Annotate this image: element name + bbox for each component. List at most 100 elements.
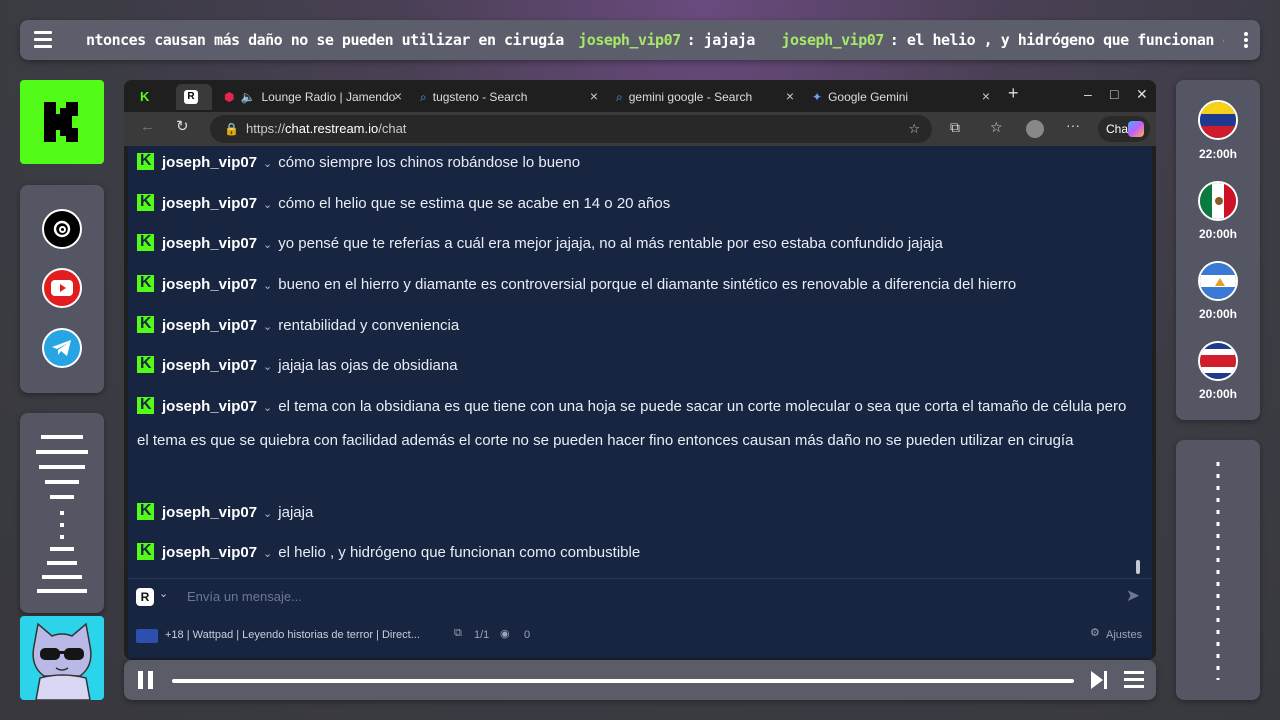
more-options-icon[interactable] (1244, 32, 1248, 50)
kick-icon (137, 226, 154, 259)
chevron-down-icon[interactable]: ⌄ (263, 321, 272, 333)
chat-panel: joseph_vip07 ⌄ cómo siempre los chinos rob… (128, 146, 1152, 658)
gear-icon[interactable]: ⚙ (1090, 626, 1100, 639)
tab-tugsteno-search[interactable]: ⌕ tugsteno - Search × (412, 84, 604, 110)
ticker-segment-text: : el helio , y hidrógeno que funcionan c… (889, 31, 1224, 49)
message-text: bueno en el hierro y diamante es controv… (278, 276, 1017, 293)
time-label: 20:00h (1198, 307, 1238, 321)
message-username[interactable]: joseph_vip07 (162, 195, 257, 212)
media-player-bar (124, 660, 1156, 700)
copilot-chat-button[interactable]: Chat (1098, 116, 1150, 142)
tab-label: gemini google - Search (628, 90, 753, 104)
tab-lounge-radio[interactable]: ⬢ 🔈 Lounge Radio | Jamendo × (216, 84, 408, 110)
kick-icon (137, 308, 154, 341)
gemini-icon: ✦ (812, 90, 823, 104)
menu-icon[interactable] (34, 31, 52, 49)
threads-icon[interactable] (42, 209, 82, 249)
reload-icon[interactable]: ↻ (176, 117, 189, 135)
chevron-down-icon[interactable]: ⌄ (159, 587, 168, 600)
new-tab-icon[interactable]: + (1008, 83, 1019, 104)
channel-count: 1/1 (474, 629, 490, 641)
profile-avatar[interactable] (1026, 120, 1044, 138)
message-username[interactable]: joseph_vip07 (162, 276, 257, 293)
ticker-bar: ntonces causan más daño no se pueden uti… (20, 20, 1260, 60)
audio-visualizer-left (20, 413, 104, 613)
telegram-icon[interactable] (42, 328, 82, 368)
audio-visualizer-right (1176, 440, 1260, 700)
chevron-down-icon[interactable]: ⌄ (263, 361, 272, 373)
scrollbar-thumb[interactable] (1136, 560, 1140, 574)
url-path: /chat (378, 121, 407, 136)
tab-label: tugsteno - Search (432, 90, 528, 104)
close-tab-icon[interactable]: × (786, 88, 794, 104)
mexico-flag-icon (1198, 181, 1238, 221)
chat-message: joseph_vip07 ⌄ bueno en el hierro y diaman… (137, 267, 1137, 303)
message-username[interactable]: joseph_vip07 (162, 357, 257, 374)
kick-icon (137, 389, 154, 422)
muted-speaker-icon[interactable]: 🔈 (240, 90, 255, 104)
chat-message: joseph_vip07 ⌄ cómo el helio que se estima… (137, 186, 1137, 222)
chevron-down-icon[interactable]: ⌄ (263, 508, 272, 520)
kick-icon (137, 495, 154, 528)
ticker-user: joseph_vip07 (578, 31, 681, 49)
settings-label[interactable]: Ajustes (1106, 629, 1142, 641)
close-tab-icon[interactable]: × (394, 88, 402, 104)
favorites-icon[interactable]: ☆ (990, 119, 1003, 136)
message-username[interactable]: joseph_vip07 (162, 544, 257, 561)
message-input[interactable]: Envía un mensaje... (187, 589, 302, 604)
message-username[interactable]: joseph_vip07 (162, 317, 257, 334)
tab-bar: K R ⬢ 🔈 Lounge Radio | Jamendo × ⌕ tugst… (124, 80, 1156, 112)
browser-window: K R ⬢ 🔈 Lounge Radio | Jamendo × ⌕ tugst… (124, 80, 1156, 660)
restream-badge[interactable]: R (136, 588, 154, 606)
more-menu-icon[interactable]: ··· (1066, 117, 1080, 133)
send-icon[interactable]: ➤ (1126, 586, 1140, 606)
pause-icon[interactable] (136, 671, 156, 689)
message-text: el tema con la obsidiana es que tiene co… (137, 398, 1127, 449)
costa-rica-flag-icon (1198, 341, 1238, 381)
tab-kick[interactable]: K (132, 84, 172, 110)
playlist-icon[interactable] (1124, 671, 1144, 689)
youtube-icon[interactable] (42, 268, 82, 308)
skip-next-icon[interactable] (1090, 671, 1108, 689)
progress-bar[interactable] (172, 679, 1074, 683)
restream-icon: R (184, 90, 198, 104)
minimize-icon[interactable]: – (1084, 86, 1092, 102)
message-text: cómo el helio que se estima que se acabe… (278, 195, 671, 212)
chevron-down-icon[interactable]: ⌄ (263, 280, 272, 292)
message-text: el helio , y hidrógeno que funcionan com… (278, 544, 641, 561)
kick-icon (137, 146, 154, 178)
message-list: joseph_vip07 ⌄ cómo siempre los chinos rob… (128, 146, 1146, 578)
kick-icon (137, 186, 154, 219)
tab-gemini-search[interactable]: ⌕ gemini google - Search × (608, 84, 800, 110)
message-username[interactable]: joseph_vip07 (162, 398, 257, 415)
chevron-down-icon[interactable]: ⌄ (263, 239, 272, 251)
message-username[interactable]: joseph_vip07 (162, 235, 257, 252)
stream-title[interactable]: +18 | Wattpad | Leyendo historias de ter… (165, 629, 420, 641)
copilot-icon (1128, 121, 1144, 137)
message-text: jajaja (278, 504, 314, 521)
message-username[interactable]: joseph_vip07 (162, 504, 257, 521)
maximize-icon[interactable]: □ (1110, 86, 1118, 102)
back-icon[interactable]: ← (140, 118, 155, 135)
chat-message: joseph_vip07 ⌄ jajaja las ojas de obsidian… (137, 348, 1137, 384)
tab-restream[interactable]: R (176, 84, 212, 110)
search-icon: ⌕ (616, 89, 623, 104)
favorite-star-icon[interactable]: ☆ (908, 115, 920, 143)
layers-icon: ⧉ (454, 627, 462, 639)
close-tab-icon[interactable]: × (982, 88, 990, 104)
tab-google-gemini[interactable]: ✦ Google Gemini × (804, 84, 996, 110)
site-info-icon[interactable]: 🔒 (224, 115, 239, 143)
chevron-down-icon[interactable]: ⌄ (263, 548, 272, 560)
chevron-down-icon[interactable]: ⌄ (263, 158, 272, 170)
kick-icon: K (140, 90, 152, 103)
close-tab-icon[interactable]: × (590, 88, 598, 104)
chevron-down-icon[interactable]: ⌄ (263, 199, 272, 211)
close-window-icon[interactable]: ✕ (1136, 86, 1148, 103)
url-prefix: https:// (246, 121, 286, 136)
chevron-down-icon[interactable]: ⌄ (263, 402, 272, 414)
extensions-icon[interactable]: ⧉ (950, 119, 960, 136)
jamendo-icon: ⬢ (224, 90, 235, 104)
url-field[interactable]: 🔒 https://chat.restream.io/chat ☆ (210, 115, 932, 143)
time-label: 20:00h (1198, 227, 1238, 241)
message-username[interactable]: joseph_vip07 (162, 154, 257, 171)
